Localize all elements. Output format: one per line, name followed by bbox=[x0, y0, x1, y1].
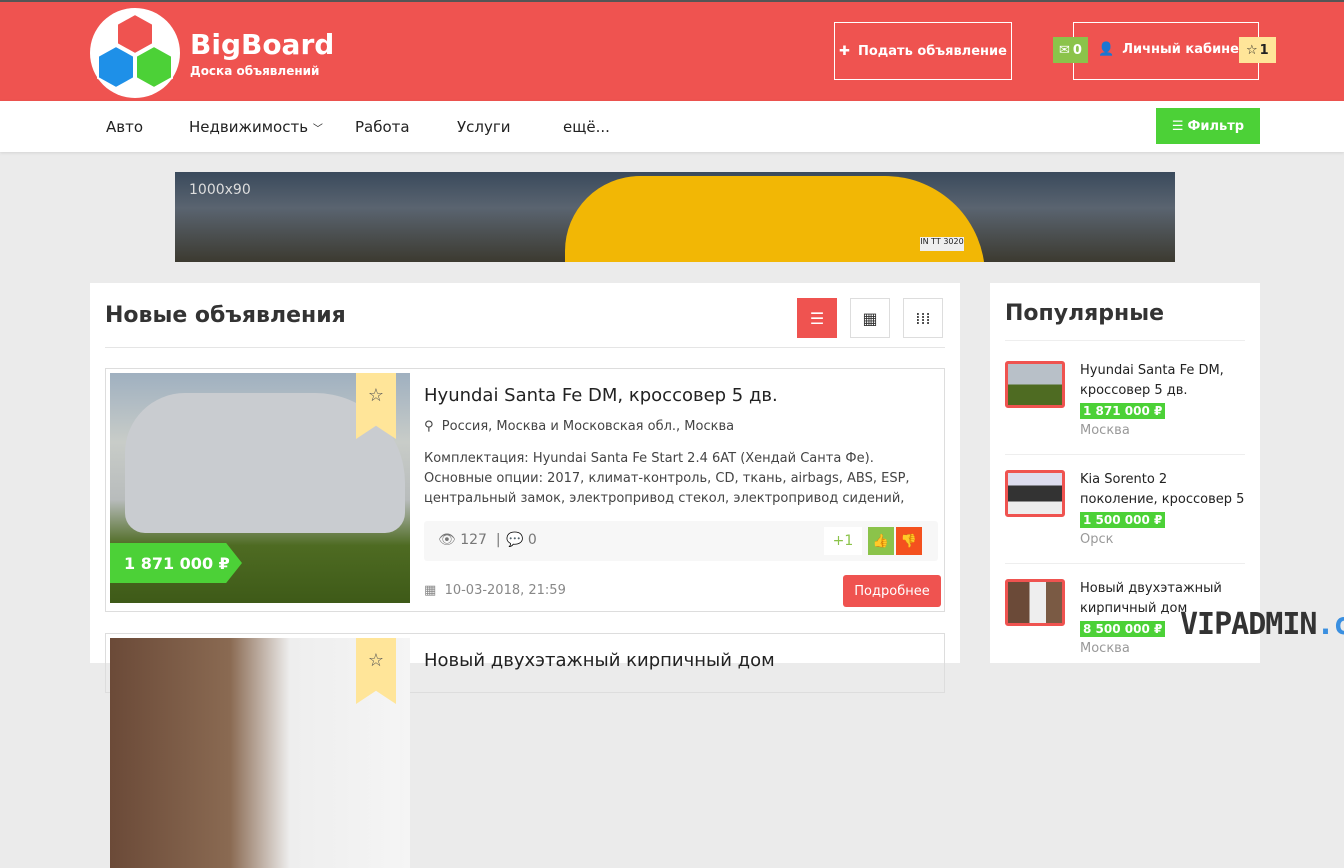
brand-title[interactable]: BigBoard bbox=[190, 28, 334, 61]
favorite-ribbon[interactable]: ☆ bbox=[356, 638, 396, 704]
rating-value: +1 bbox=[824, 527, 862, 555]
nav-item-realty-label: Недвижимость bbox=[189, 118, 308, 136]
tile-view-button[interactable]: ⁞⁞⁞ bbox=[903, 298, 943, 338]
chevron-down-icon: ﹀ bbox=[313, 124, 323, 135]
header: BigBoard Доска объявлений ✚ Подать объявл… bbox=[0, 0, 1344, 101]
banner-size-label: 1000x90 bbox=[189, 182, 251, 198]
list-icon: ☰ bbox=[810, 309, 824, 328]
divider bbox=[1005, 454, 1245, 455]
eye-icon: 👁 bbox=[438, 532, 456, 548]
new-listings-panel: Новые объявления ☰ ▦ ⁞⁞⁞ ☆ 1 871 000 ₽ H… bbox=[90, 283, 960, 663]
calendar-icon: ▦ bbox=[424, 583, 436, 598]
nav-item-auto[interactable]: Авто bbox=[106, 118, 143, 136]
cabinet-link[interactable]: 👤 Личный кабинет bbox=[1098, 42, 1247, 57]
popular-item-city: Москва bbox=[1080, 423, 1130, 438]
nav-item-realty[interactable]: Недвижимость ﹀ bbox=[189, 118, 323, 136]
more-button[interactable]: Подробнее bbox=[843, 575, 941, 607]
listing-title[interactable]: Новый двухэтажный кирпичный дом bbox=[424, 650, 775, 671]
nav-item-jobs[interactable]: Работа bbox=[355, 118, 410, 136]
cabinet-label: Личный кабинет bbox=[1122, 42, 1246, 57]
thumbs-down-icon[interactable]: 👎 bbox=[896, 527, 922, 555]
filter-label: Фильтр bbox=[1188, 119, 1245, 134]
views: 👁 127 | bbox=[438, 532, 501, 548]
divider bbox=[105, 347, 945, 348]
nav-item-services[interactable]: Услуги bbox=[457, 118, 510, 136]
plus-icon: ✚ bbox=[839, 44, 850, 59]
watermark-main: VIPADMIN bbox=[1180, 607, 1317, 642]
grid-icon: ▦ bbox=[862, 309, 877, 328]
grid-small-icon: ⁞⁞⁞ bbox=[915, 309, 930, 328]
brand-subtitle: Доска объявлений bbox=[190, 64, 319, 78]
favorites-count: 1 bbox=[1260, 43, 1269, 58]
listing-image[interactable]: ☆ bbox=[110, 638, 410, 868]
ad-banner[interactable]: IN TT 3020 1000x90 bbox=[175, 172, 1175, 262]
comments: 💬 0 bbox=[506, 532, 537, 548]
listing-stats: 👁 127 | 💬 0 +1 👍 👎 bbox=[424, 521, 938, 561]
location-text: Россия, Москва и Московская обл., Москва bbox=[442, 419, 734, 434]
listing-card: ☆ 1 871 000 ₽ Hyundai Santa Fe DM, кросс… bbox=[105, 368, 945, 612]
price-tag: 1 871 000 ₽ bbox=[110, 543, 242, 583]
listing-date: ▦ 10-03-2018, 21:59 bbox=[424, 583, 566, 598]
popular-title: Популярные bbox=[1005, 301, 1164, 326]
star-icon: ☆ bbox=[368, 650, 384, 704]
popular-panel: Популярные Hyundai Santa Fe DM, кроссове… bbox=[990, 283, 1260, 663]
thumbs-up-icon[interactable]: 👍 bbox=[868, 527, 894, 555]
popular-item-title[interactable]: Hyundai Santa Fe DM, кроссовер 5 дв. bbox=[1080, 361, 1245, 401]
filter-button[interactable]: ☰ Фильтр bbox=[1156, 108, 1260, 144]
watermark-suffix: .club bbox=[1317, 607, 1344, 642]
nav-bar: Авто Недвижимость ﹀ Работа Услуги ещё...… bbox=[0, 101, 1344, 152]
post-ad-label: Подать объявление bbox=[858, 44, 1007, 59]
comment-icon: 💬 bbox=[506, 532, 523, 548]
messages-badge[interactable]: ✉0 bbox=[1053, 37, 1088, 63]
nav-item-more[interactable]: ещё... bbox=[563, 118, 610, 136]
post-ad-button[interactable]: ✚ Подать объявление bbox=[834, 22, 1012, 80]
sliders-icon: ☰ bbox=[1172, 119, 1184, 134]
popular-item-city: Москва bbox=[1080, 641, 1130, 656]
list-view-button[interactable]: ☰ bbox=[797, 298, 837, 338]
listing-description: Комплектация: Hyundai Santa Fe Start 2.4… bbox=[424, 449, 924, 509]
divider bbox=[1005, 563, 1245, 564]
panel-title: Новые объявления bbox=[105, 303, 346, 328]
comments-count: 0 bbox=[528, 532, 537, 548]
popular-thumb[interactable] bbox=[1005, 579, 1065, 626]
date-text: 10-03-2018, 21:59 bbox=[445, 583, 566, 598]
banner-plate: IN TT 3020 bbox=[920, 237, 964, 251]
listing-image[interactable]: ☆ 1 871 000 ₽ bbox=[110, 373, 410, 603]
watermark: VIPADMIN.club bbox=[1180, 607, 1344, 642]
listing-card: ☆ Новый двухэтажный кирпичный дом bbox=[105, 633, 945, 693]
views-count: 127 bbox=[460, 532, 487, 548]
map-marker-icon: ⚲ bbox=[424, 419, 434, 434]
grid-view-button[interactable]: ▦ bbox=[850, 298, 890, 338]
popular-item-price: 1 500 000 ₽ bbox=[1080, 512, 1165, 528]
envelope-icon: ✉ bbox=[1059, 43, 1070, 58]
listing-title[interactable]: Hyundai Santa Fe DM, кроссовер 5 дв. bbox=[424, 385, 778, 406]
user-icon: 👤 bbox=[1098, 42, 1114, 57]
popular-thumb[interactable] bbox=[1005, 361, 1065, 408]
star-icon: ☆ bbox=[1246, 43, 1258, 58]
popular-thumb[interactable] bbox=[1005, 470, 1065, 517]
popular-item-city: Орск bbox=[1080, 532, 1113, 547]
listing-location: ⚲ Россия, Москва и Московская обл., Моск… bbox=[424, 419, 734, 434]
favorites-badge[interactable]: ☆1 bbox=[1239, 37, 1276, 63]
popular-item-price: 1 871 000 ₽ bbox=[1080, 403, 1165, 419]
logo-icon[interactable] bbox=[90, 8, 180, 98]
popular-item-price: 8 500 000 ₽ bbox=[1080, 621, 1165, 637]
messages-count: 0 bbox=[1073, 43, 1082, 58]
divider bbox=[1005, 340, 1245, 341]
